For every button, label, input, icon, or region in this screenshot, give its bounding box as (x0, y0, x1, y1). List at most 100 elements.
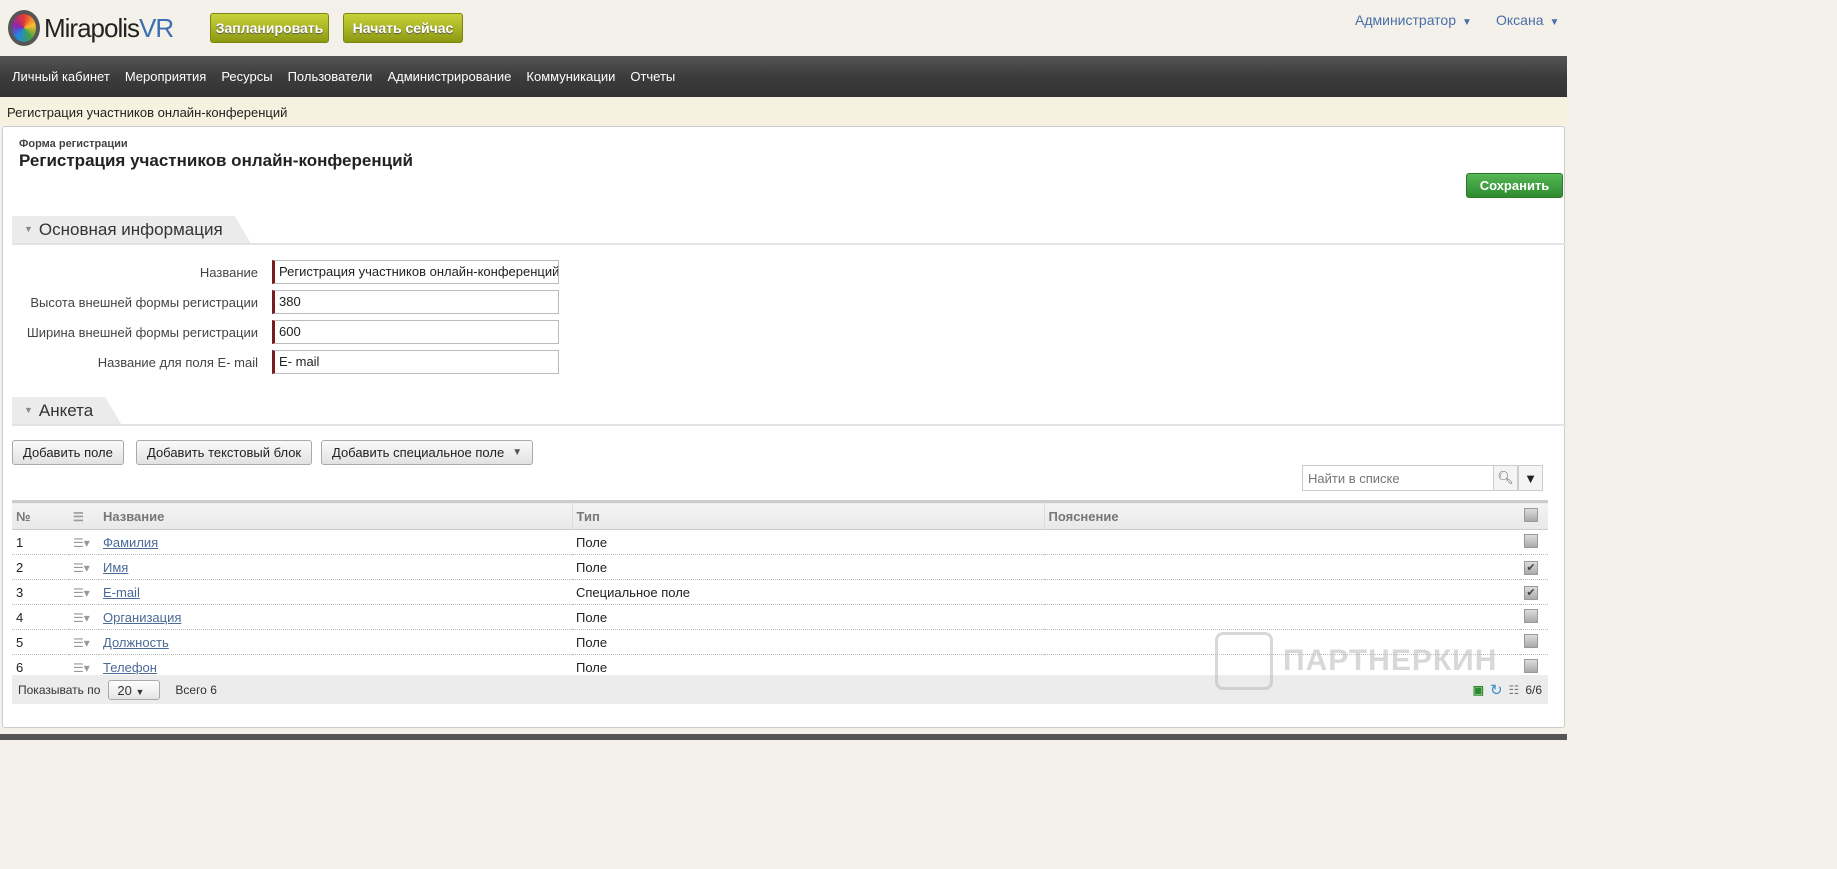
select-all-checkbox[interactable] (1524, 507, 1538, 522)
drag-handle-icon[interactable]: ☰▾ (73, 561, 90, 575)
row-checkbox[interactable] (1524, 658, 1538, 673)
logo[interactable]: MirapolisVR (8, 10, 174, 46)
chevron-down-icon: ▼ (512, 447, 523, 458)
field-name-link[interactable]: Имя (103, 560, 128, 575)
field-note (1044, 529, 1520, 555)
field-name-link[interactable]: Телефон (103, 660, 157, 675)
add-special-field-button[interactable]: Добавить специальное поле ▼ (321, 440, 534, 465)
nav-item[interactable]: Пользователи (288, 69, 373, 84)
role-menu[interactable]: Администратор ▼ (1355, 12, 1472, 28)
filter-icon[interactable]: ▼ (1518, 465, 1543, 491)
total-count: Всего 6 (175, 682, 217, 697)
field-note (1044, 579, 1520, 605)
nav-item[interactable]: Отчеты (630, 69, 675, 84)
field-name-link[interactable]: Фамилия (103, 535, 158, 550)
chevron-down-icon: ▼ (1549, 17, 1560, 28)
row-checkbox[interactable]: ✔ (1524, 586, 1538, 600)
watermark-text: ПАРТНЕРКИН (1283, 644, 1498, 677)
col-type[interactable]: Тип (571, 500, 1044, 530)
schedule-button[interactable]: Запланировать (210, 13, 329, 43)
save-button[interactable]: Сохранить (1466, 173, 1563, 198)
field-label: Ширина внешней формы регистрации (26, 325, 258, 340)
nav-item[interactable]: Администрирование (387, 69, 511, 84)
collapse-icon: ▼ (24, 224, 33, 234)
section-title: Анкета (38, 401, 94, 420)
add-field-button[interactable]: Добавить поле (12, 440, 124, 465)
page-size-select[interactable]: 20 ▼ (108, 679, 161, 700)
field-input[interactable]: E- mail (272, 350, 559, 374)
start-now-button[interactable]: Начать сейчас (343, 13, 463, 43)
row-checkbox[interactable] (1524, 608, 1538, 623)
col-select (1520, 500, 1548, 530)
section-title: Основная информация (38, 220, 223, 239)
field-label: Название для поля E- mail (97, 355, 258, 370)
field-label: Название (199, 265, 258, 280)
bottom-bar (0, 734, 1567, 740)
watermark-logo-icon (1215, 632, 1273, 690)
field-input[interactable]: 600 (272, 320, 559, 344)
table-row: 4 ☰▾ Организация Поле (12, 604, 1548, 630)
nav-item[interactable]: Ресурсы (221, 69, 272, 84)
search-input[interactable] (1302, 465, 1494, 491)
role-label: Администратор (1355, 12, 1457, 28)
row-num: 1 (12, 529, 69, 555)
search-icon[interactable]: 🔍︎ (1493, 465, 1518, 491)
row-checkbox[interactable]: ✔ (1524, 561, 1538, 575)
field-name-link[interactable]: Должность (103, 635, 169, 650)
field-type: Поле (572, 629, 1044, 655)
field-name-link[interactable]: E-mail (103, 585, 140, 600)
breadcrumb: Регистрация участников онлайн-конференци… (0, 97, 1567, 125)
page-size-value: 20 (117, 682, 132, 698)
drag-handle-icon[interactable]: ☰▾ (73, 586, 90, 600)
logo-icon (8, 10, 40, 46)
col-num[interactable]: № (12, 500, 69, 530)
field-input[interactable]: Регистрация участников онлайн-конференци… (272, 260, 559, 284)
field-type: Поле (572, 554, 1044, 580)
field-type: Поле (572, 604, 1044, 630)
page-subtitle: Форма регистрации (19, 138, 128, 150)
table-row: 3 ☰▾ E-mail Специальное поле ✔ (12, 579, 1548, 605)
col-name[interactable]: Название (99, 500, 572, 530)
field-name-link[interactable]: Организация (103, 610, 181, 625)
columns-icon[interactable]: ☷ (1509, 683, 1520, 697)
page-size-label: Показывать по (18, 682, 101, 697)
nav-item[interactable]: Личный кабинет (12, 69, 110, 84)
section-survey[interactable]: ▼ Анкета (12, 399, 1566, 426)
col-drag: ☰ (69, 500, 99, 530)
field-type: Специальное поле (572, 579, 1044, 605)
logo-text: Mirapolis (44, 12, 140, 43)
user-menu[interactable]: Оксана ▼ (1496, 12, 1559, 28)
field-input[interactable]: 380 (272, 290, 559, 314)
field-type: Поле (572, 529, 1044, 555)
add-special-label: Добавить специальное поле (332, 445, 505, 460)
row-num: 4 (12, 604, 69, 630)
chevron-down-icon: ▼ (1462, 17, 1472, 28)
field-note (1044, 604, 1520, 630)
field-label: Высота внешней формы регистрации (30, 295, 258, 310)
col-note[interactable]: Пояснение (1043, 500, 1520, 530)
row-checkbox[interactable] (1524, 633, 1538, 648)
collapse-icon: ▼ (24, 405, 33, 415)
add-text-block-button[interactable]: Добавить текстовый блок (136, 440, 313, 465)
row-num: 5 (12, 629, 69, 655)
chevron-down-icon: ▼ (135, 686, 145, 697)
nav-item[interactable]: Коммуникации (526, 69, 615, 84)
page-title: Регистрация участников онлайн-конференци… (19, 151, 413, 170)
section-main-info[interactable]: ▼ Основная информация (12, 218, 1566, 245)
logo-suffix: VR (139, 12, 174, 43)
drag-handle-icon[interactable]: ☰▾ (73, 661, 90, 675)
table-row: 1 ☰▾ Фамилия Поле (12, 529, 1548, 555)
watermark: ПАРТНЕРКИН (1215, 632, 1497, 690)
user-label: Оксана (1496, 12, 1544, 28)
row-checkbox[interactable] (1524, 533, 1538, 548)
record-count: 6/6 (1525, 682, 1542, 697)
row-num: 3 (12, 579, 69, 605)
main-nav: Личный кабинет Мероприятия Ресурсы Пользова… (0, 56, 1567, 97)
drag-handle-icon[interactable]: ☰▾ (73, 636, 90, 650)
drag-handle-icon[interactable]: ☰▾ (73, 611, 90, 625)
row-num: 2 (12, 554, 69, 580)
table-row: 2 ☰▾ Имя Поле ✔ (12, 554, 1548, 580)
drag-handle-icon[interactable]: ☰▾ (73, 536, 90, 550)
field-note (1044, 554, 1520, 580)
nav-item[interactable]: Мероприятия (125, 69, 207, 84)
